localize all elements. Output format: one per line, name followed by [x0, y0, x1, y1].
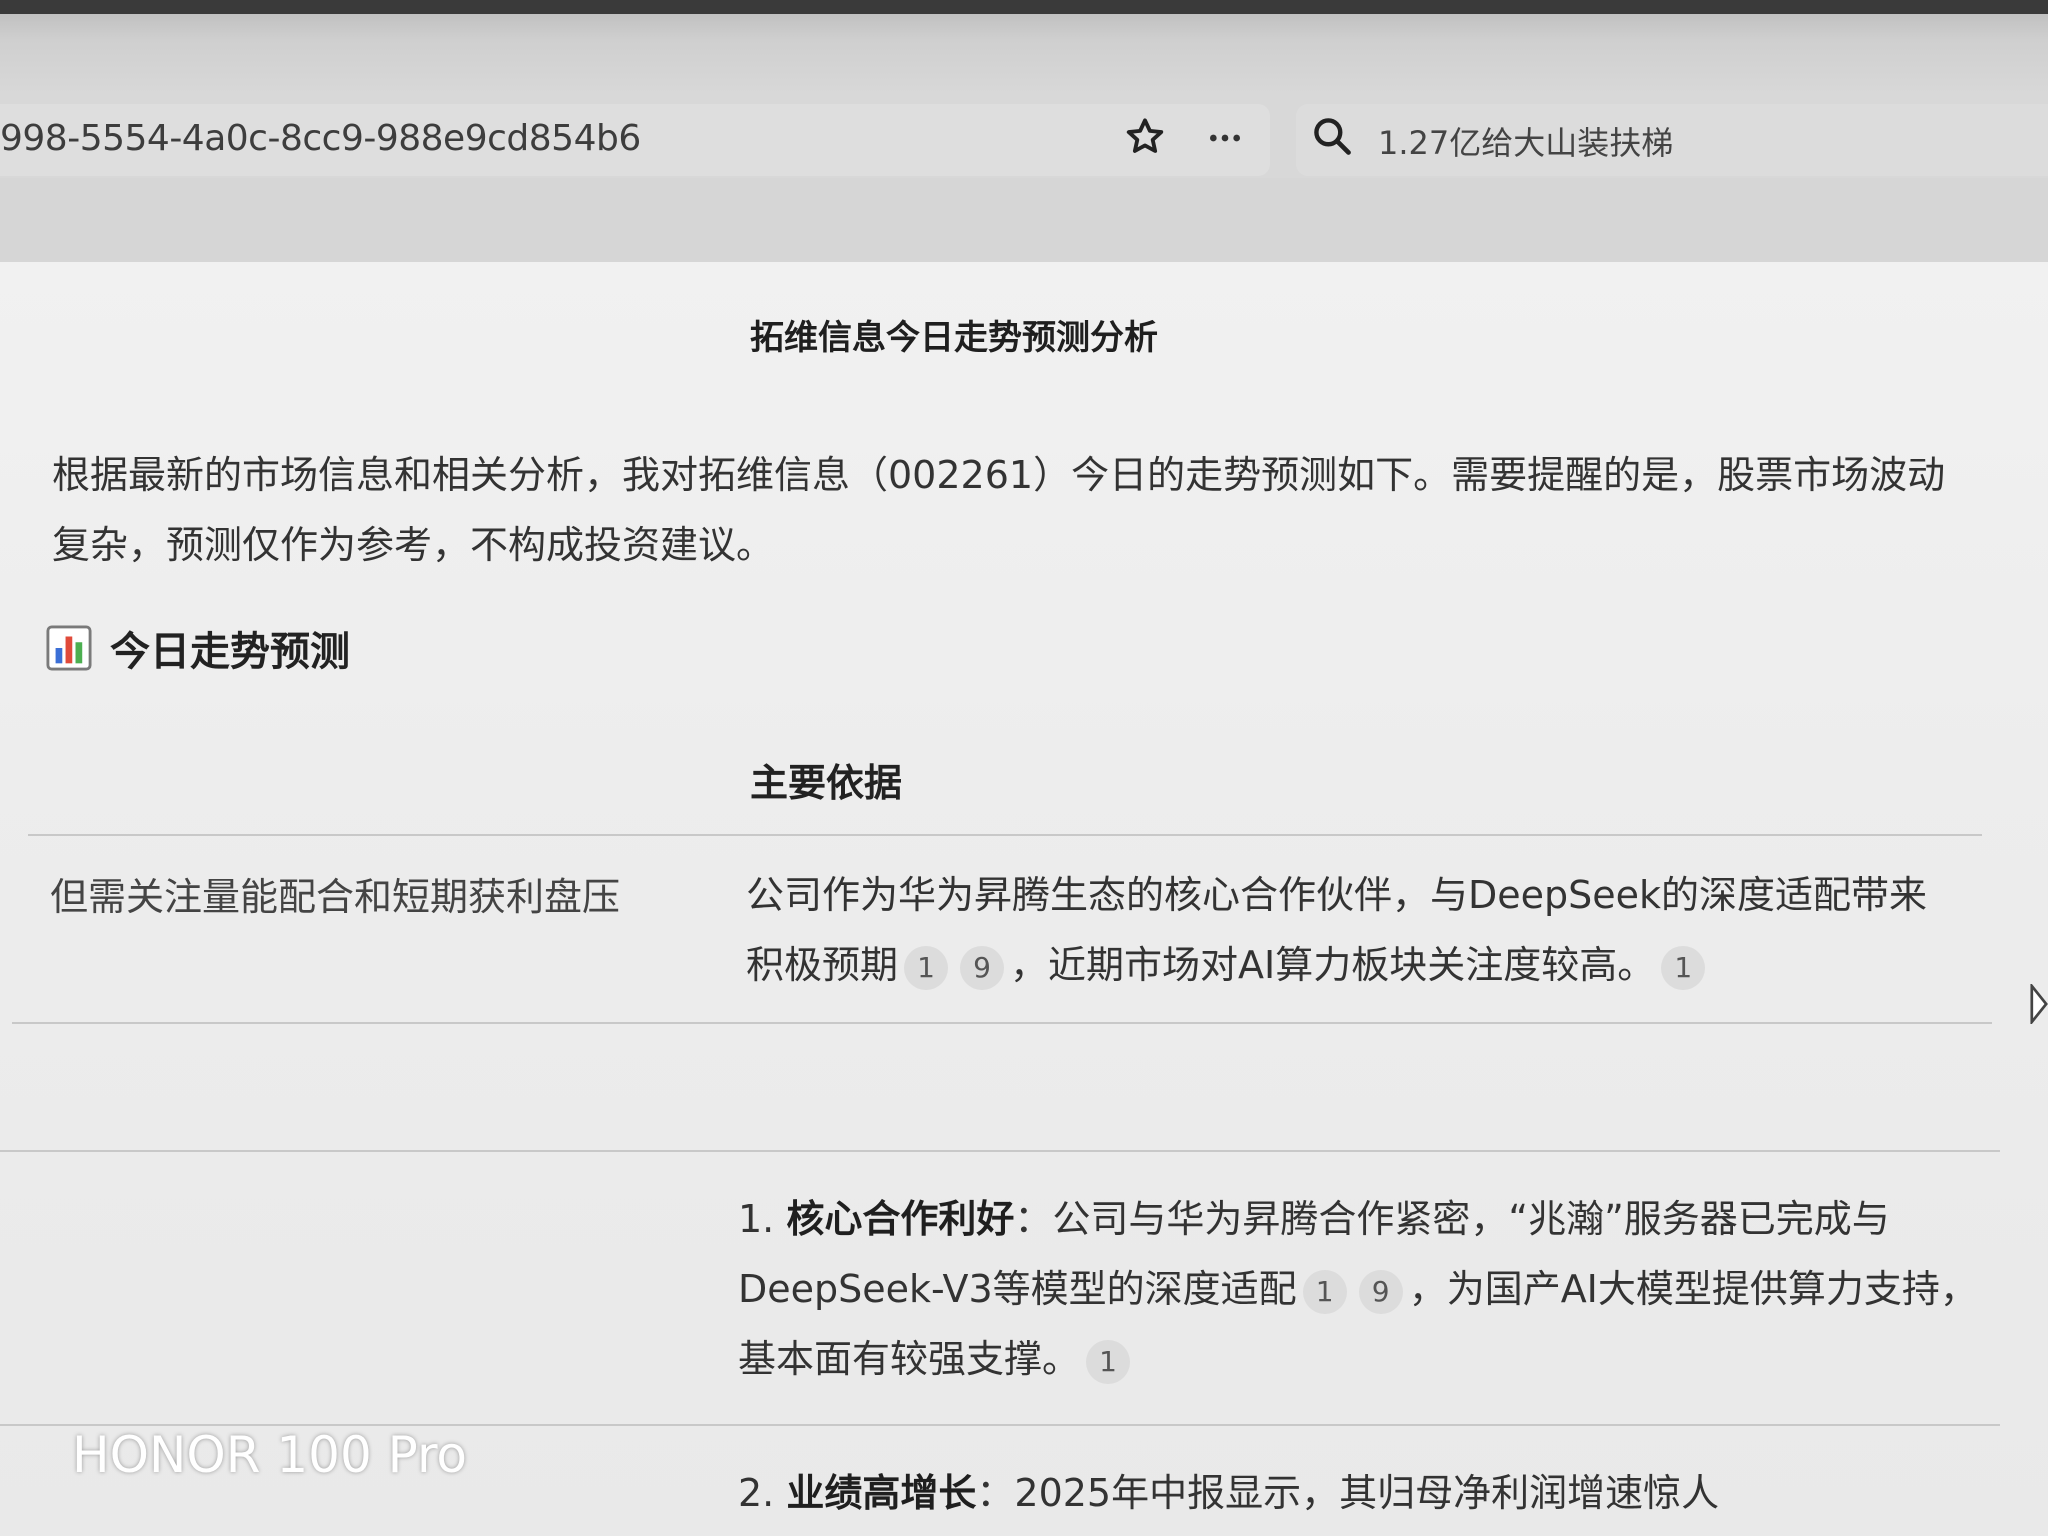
citation-badge[interactable]: 9 — [1358, 1269, 1403, 1314]
page-title: 拓维信息今日走势预测分析 — [750, 318, 1158, 358]
more-icon[interactable] — [1204, 118, 1246, 158]
url-text[interactable]: 998-5554-4a0c-8cc9-988e9cd854b6 — [0, 118, 641, 159]
star-icon[interactable] — [1124, 116, 1166, 158]
table-row-divider — [12, 1022, 1992, 1024]
list-item-number: 2. — [738, 1471, 775, 1515]
list-item: 1. 核心合作利好：公司与华为昇腾合作紧密，“兆瀚”服务器已完成与DeepSee… — [738, 1184, 1978, 1394]
table-column-header: 主要依据 — [750, 761, 903, 805]
citation-badge[interactable]: 1 — [1302, 1269, 1347, 1314]
table-cell-right: 公司作为华为昇腾生态的核心合作伙伴，与DeepSeek的深度适配带来积极预期 1 9… — [746, 860, 1956, 1000]
list-item-number: 1. — [738, 1197, 775, 1241]
list-item: 2. 业绩高增长：2025年中报显示，其归母净利润增速惊人 — [738, 1458, 1978, 1528]
table-row-divider — [0, 1150, 2000, 1152]
list-item-colon: ： — [976, 1471, 1015, 1515]
search-icon[interactable] — [1310, 114, 1354, 158]
list-item-colon: ： — [1014, 1197, 1053, 1241]
section-heading: 今日走势预测 — [46, 620, 350, 676]
list-item-title: 核心合作利好 — [786, 1197, 1015, 1241]
list-item-text: 2025年中报显示，其归母净利润增速惊人 — [1014, 1471, 1720, 1515]
citation-badge[interactable]: 1 — [1086, 1339, 1131, 1384]
table-cell-left: 但需关注量能配合和短期获利盘压 — [50, 875, 621, 919]
citation-badge[interactable]: 1 — [1661, 945, 1706, 990]
citation-badge[interactable]: 9 — [960, 945, 1005, 990]
citation-badge[interactable]: 1 — [904, 945, 949, 990]
section-heading-text: 今日走势预测 — [110, 629, 350, 675]
photo-of-screen: 998-5554-4a0c-8cc9-988e9cd854b6 1.27亿给大山… — [0, 0, 2048, 1536]
intro-paragraph: 根据最新的市场信息和相关分析，我对拓维信息（002261）今日的走势预测如下。需… — [52, 453, 1946, 567]
table-cell-text: ，近期市场对AI算力板块关注度较高。 — [1010, 943, 1656, 987]
monitor-bezel — [0, 0, 2048, 14]
table-header-divider — [28, 834, 1982, 836]
camera-watermark: HONOR 100 Pro — [72, 1426, 467, 1484]
list-item-title: 业绩高增长 — [786, 1471, 977, 1515]
bookmark-strip — [0, 178, 2048, 262]
cursor-icon — [2030, 984, 2048, 1024]
bar-chart-icon — [46, 625, 92, 671]
search-text[interactable]: 1.27亿给大山装扶梯 — [1378, 118, 1673, 164]
